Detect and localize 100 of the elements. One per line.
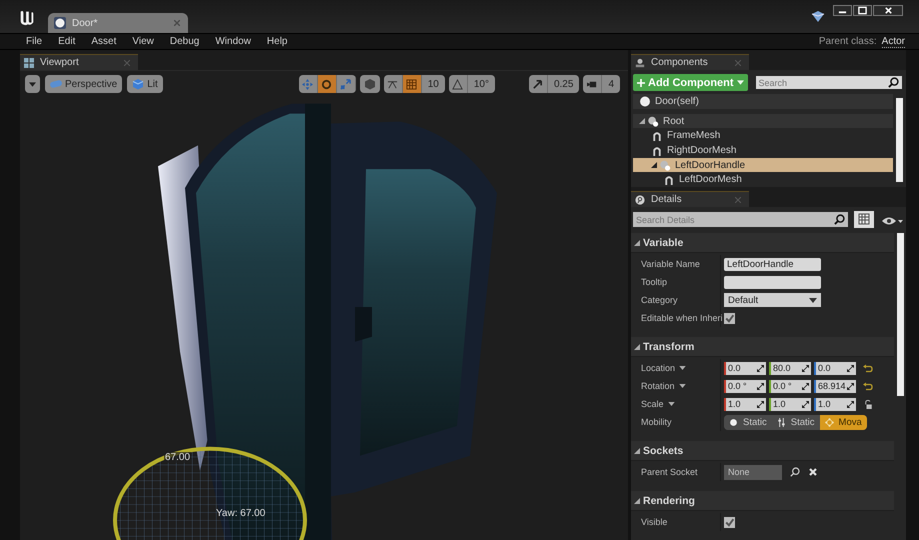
- drag-arrows-icon: [802, 400, 809, 408]
- diamond-icon[interactable]: [811, 10, 825, 22]
- expand-triangle-icon[interactable]: [634, 344, 640, 350]
- section-header[interactable]: Sockets: [631, 441, 894, 461]
- components-tab[interactable]: Components: [631, 54, 749, 70]
- rotate-icon: [321, 78, 332, 90]
- property-label: Editable when Inheri: [641, 313, 723, 323]
- tree-item-label: Root: [663, 116, 684, 126]
- details-tab[interactable]: Details: [631, 191, 749, 207]
- property-label: Visible: [641, 517, 668, 527]
- property-label: Category: [641, 295, 678, 305]
- text-field[interactable]: [724, 276, 821, 288]
- transform-tool-button[interactable]: [318, 75, 337, 93]
- rotation-gizmo[interactable]: [113, 446, 307, 540]
- number-field[interactable]: 0.0 °: [724, 380, 766, 392]
- drag-arrows-icon: [757, 400, 764, 408]
- expand-triangle-icon[interactable]: [634, 448, 640, 454]
- text-field[interactable]: LeftDoorHandle: [724, 258, 821, 270]
- number-field[interactable]: 0.0: [724, 362, 766, 374]
- number-field[interactable]: 1.0: [724, 398, 766, 410]
- menu-item[interactable]: Asset: [91, 36, 116, 47]
- viewport-tab[interactable]: Viewport: [20, 54, 138, 70]
- number-field[interactable]: 1.0: [814, 398, 856, 410]
- menu-item[interactable]: File: [26, 36, 42, 47]
- search-field[interactable]: Search: [756, 76, 902, 89]
- spheres-icon: [659, 160, 671, 171]
- cube-icon: [132, 78, 144, 90]
- search-field[interactable]: Search Details: [633, 212, 848, 227]
- sliders-icon: [776, 418, 786, 426]
- spheres-icon: [647, 116, 659, 126]
- menu-item[interactable]: Window: [215, 36, 251, 47]
- caret-icon: [29, 82, 36, 86]
- caret-icon[interactable]: [668, 402, 675, 406]
- reset-arrow-icon[interactable]: [863, 364, 873, 372]
- arch-icon: [663, 174, 675, 186]
- section-header[interactable]: Variable: [631, 233, 894, 253]
- scrollbar[interactable]: [897, 233, 904, 396]
- caret-icon[interactable]: [679, 366, 686, 370]
- maximize-button[interactable]: [853, 5, 872, 16]
- property-label: Location: [641, 363, 676, 373]
- checkbox[interactable]: [724, 312, 735, 324]
- number-field[interactable]: 0.0 °: [769, 380, 811, 392]
- expand-triangle-icon[interactable]: [634, 240, 640, 246]
- menu-item[interactable]: Help: [266, 36, 288, 47]
- number-field[interactable]: 68.914: [814, 380, 856, 392]
- expand-triangle-icon[interactable]: [651, 162, 657, 168]
- property-label: Rotation: [641, 381, 675, 391]
- section-title: Transform: [643, 340, 694, 352]
- number-field[interactable]: 80.0: [769, 362, 811, 374]
- close-button[interactable]: [873, 5, 903, 16]
- lit-button[interactable]: Lit: [127, 75, 163, 93]
- drag-arrows-icon: [757, 364, 764, 372]
- property-matrix-button[interactable]: [854, 211, 874, 228]
- drag-arrows-icon: [757, 382, 764, 390]
- search-icon[interactable]: [790, 467, 800, 477]
- scale-arrows-icon: [340, 78, 352, 90]
- padlock-icon[interactable]: [863, 400, 873, 408]
- number-field[interactable]: 1.0: [769, 398, 811, 410]
- menu-item[interactable]: Debug: [170, 36, 200, 47]
- menu-item[interactable]: View: [132, 36, 154, 47]
- dropdown[interactable]: Default: [724, 293, 821, 307]
- caret-icon: [736, 80, 744, 85]
- expand-triangle-icon[interactable]: [639, 118, 645, 124]
- caret-icon[interactable]: [678, 384, 686, 388]
- sphere-icon: [54, 17, 66, 29]
- options-dropdown-button[interactable]: [25, 75, 40, 93]
- pill-icon: [50, 78, 62, 90]
- close-icon: [884, 6, 892, 15]
- surface-snap-button[interactable]: [360, 75, 380, 93]
- property-label: Scale: [641, 399, 664, 409]
- tree-item[interactable]: LeftDoorHandle: [633, 158, 893, 172]
- arch-icon: [651, 130, 663, 142]
- socket-field[interactable]: None: [724, 464, 782, 480]
- drag-arrows-icon: [847, 364, 854, 372]
- number-field[interactable]: 0.0: [814, 362, 856, 374]
- parent-class-link[interactable]: Actor: [882, 36, 905, 48]
- move-arrows-icon: [824, 418, 834, 426]
- property-label: Mobility: [641, 417, 672, 427]
- section-header[interactable]: Transform: [631, 337, 894, 357]
- grid-icon: [24, 58, 34, 68]
- scrollbar[interactable]: [896, 98, 903, 182]
- menu-item[interactable]: Edit: [58, 36, 76, 47]
- tree-item-label: Door(self): [655, 96, 699, 107]
- search-icon: [888, 77, 899, 88]
- section-header[interactable]: Rendering: [631, 491, 894, 511]
- reset-arrow-icon[interactable]: [863, 382, 873, 390]
- tree-item[interactable]: Door(self): [633, 94, 893, 109]
- expand-triangle-icon[interactable]: [634, 498, 640, 504]
- tree-item[interactable]: Root: [633, 114, 893, 128]
- minimize-button[interactable]: [833, 5, 852, 16]
- diagonal-arrow-icon: [532, 78, 544, 90]
- grid-icon[interactable]: [402, 75, 422, 93]
- section-title: Rendering: [643, 494, 695, 506]
- checkbox[interactable]: [724, 516, 735, 528]
- mobility-option[interactable]: Mova: [820, 414, 867, 430]
- property-label: Tooltip: [641, 277, 668, 287]
- property-label: Parent Socket: [641, 467, 698, 477]
- perspective-button[interactable]: Perspective: [45, 75, 122, 93]
- gizmo-readout: Yaw: 67.00: [216, 508, 266, 519]
- section-title: Sockets: [643, 444, 684, 456]
